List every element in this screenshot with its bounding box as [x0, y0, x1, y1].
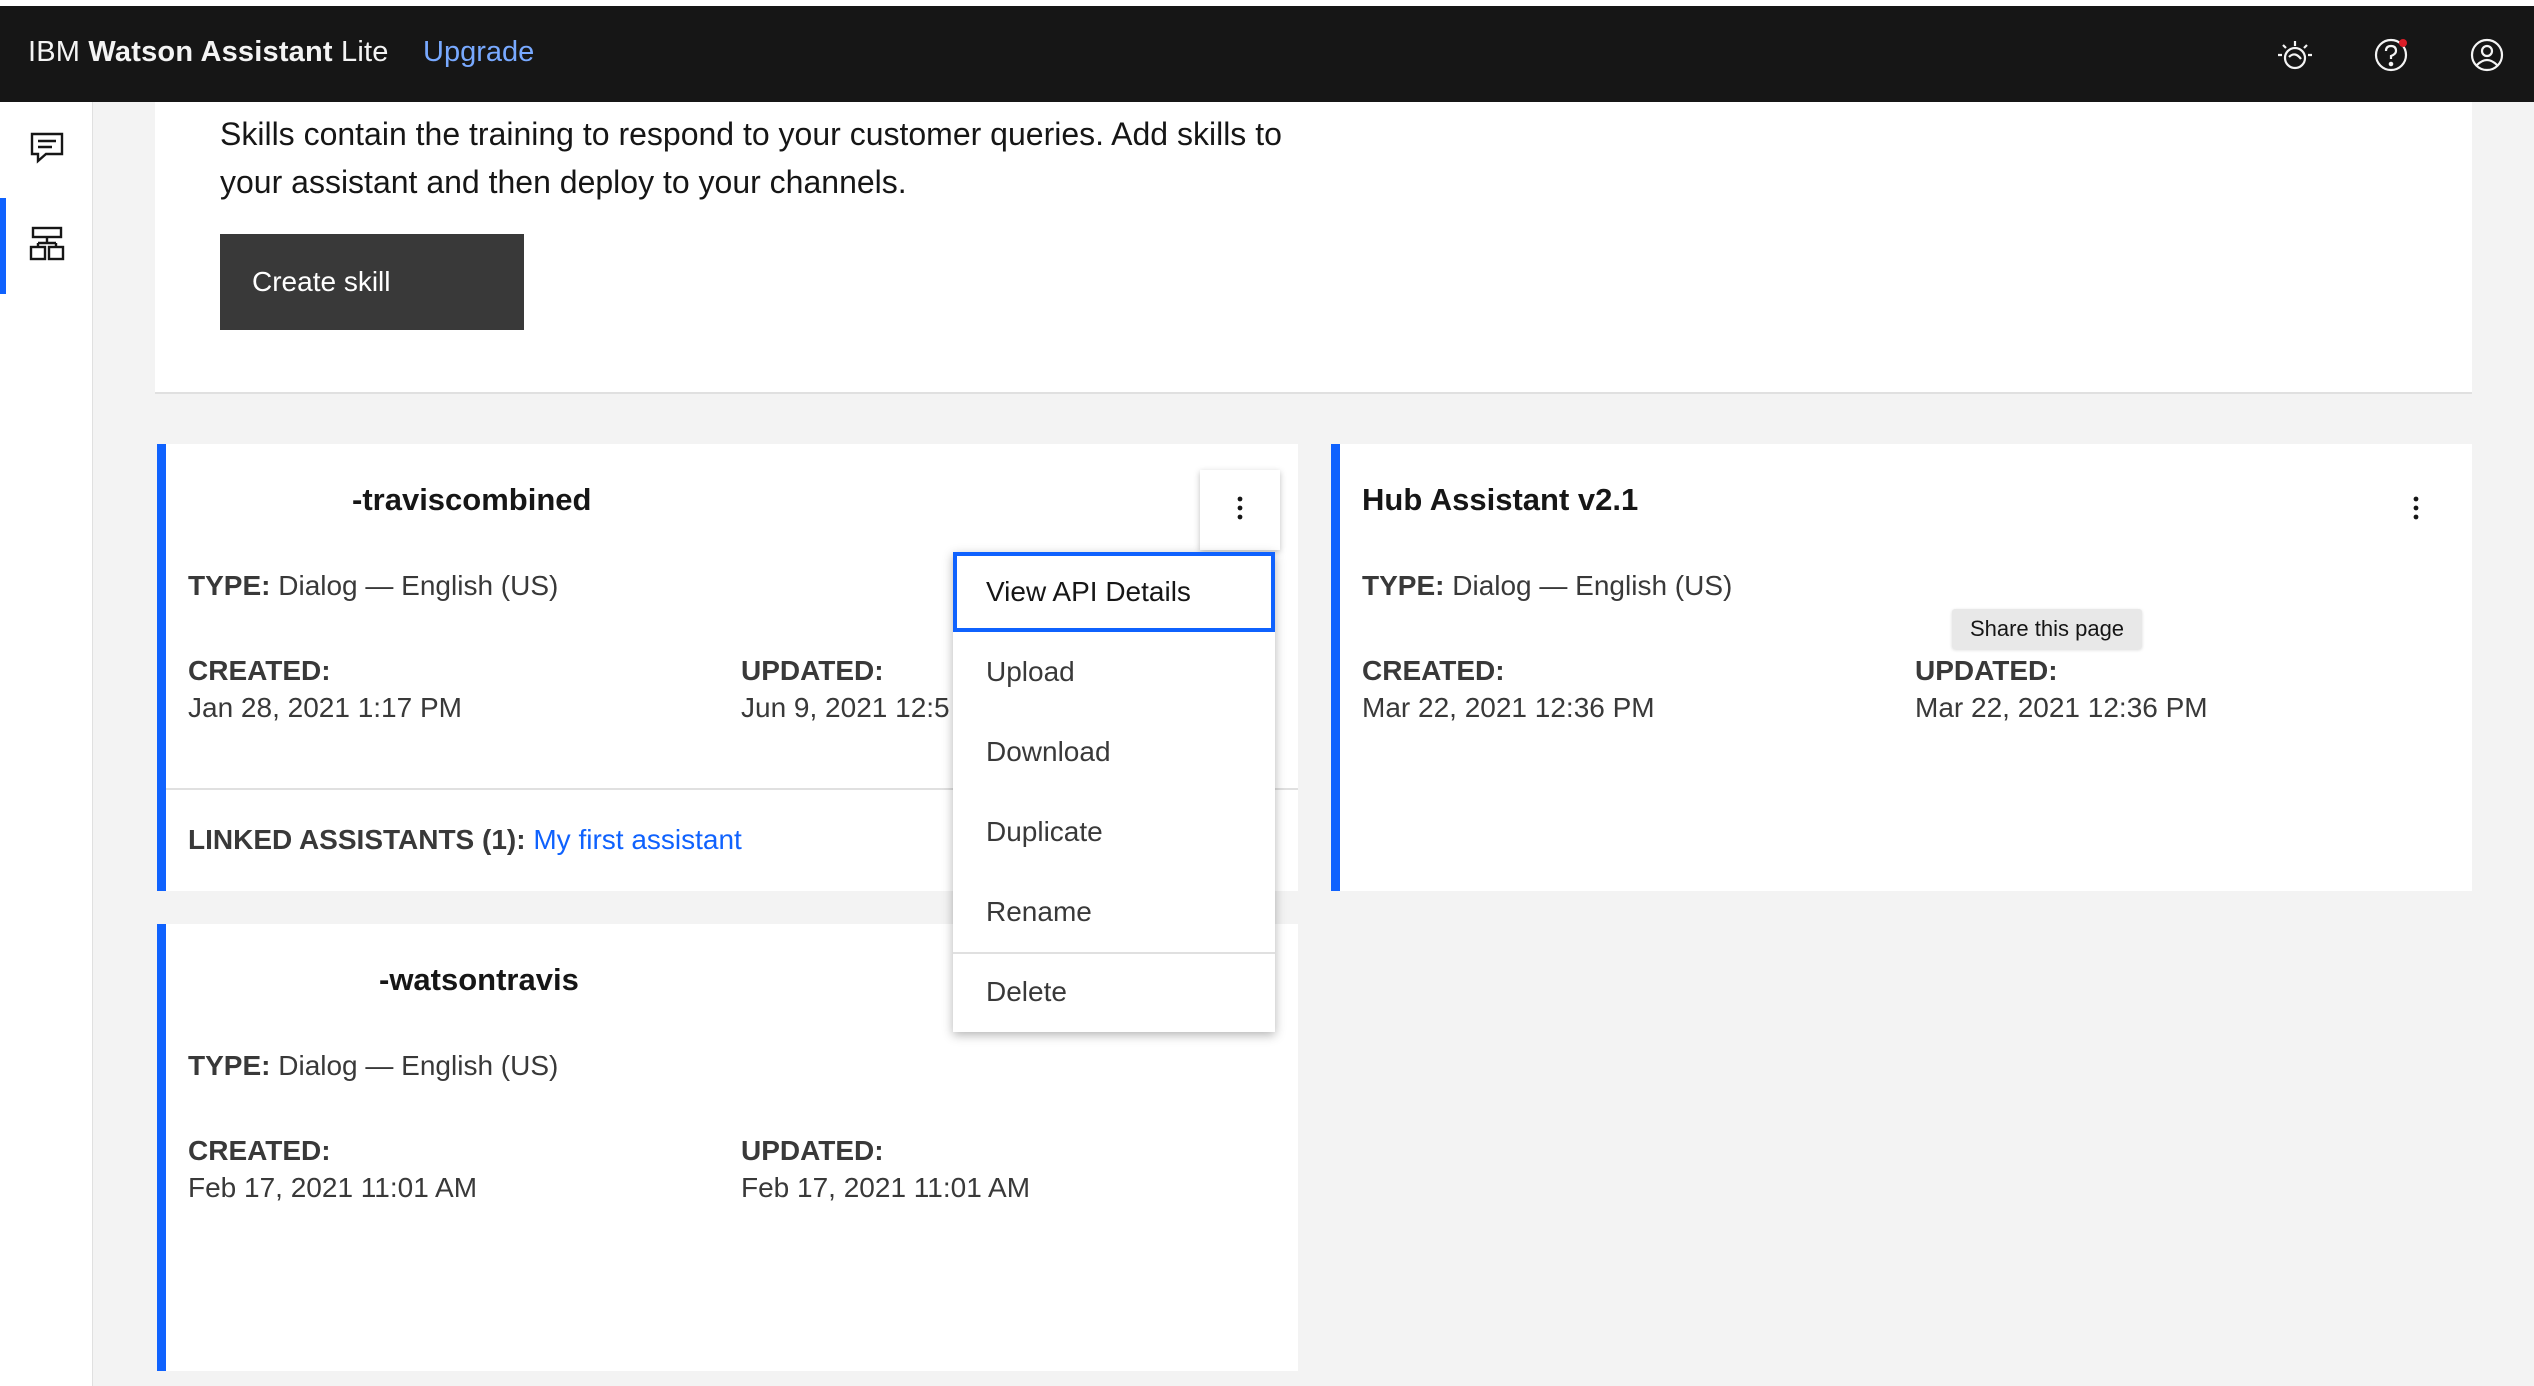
menu-item-rename[interactable]: Rename — [953, 872, 1275, 952]
assistants-chat-icon — [28, 129, 66, 172]
header-bar: IBM Watson Assistant Lite Upgrade — [0, 6, 2534, 102]
type-label: TYPE: — [188, 570, 271, 601]
linked-assistants: LINKED ASSISTANTS (1): My first assistan… — [188, 824, 742, 856]
linked-assistant-link[interactable]: My first assistant — [533, 824, 741, 855]
brand-product: Watson Assistant — [88, 36, 333, 68]
sidebar-item-skills[interactable] — [0, 198, 93, 294]
type-label: TYPE: — [1362, 570, 1445, 601]
created-label: CREATED: — [188, 655, 331, 686]
linked-label: LINKED ASSISTANTS (1): — [188, 824, 526, 855]
help-icon[interactable] — [2368, 32, 2414, 78]
overflow-menu-icon — [2412, 495, 2420, 526]
skill-card[interactable]: Hub Assistant v2.1 TYPE: Dialog — Englis… — [1331, 444, 2472, 891]
menu-item-view-api-details[interactable]: View API Details — [953, 552, 1275, 632]
created-value: Jan 28, 2021 1:17 PM — [188, 692, 462, 723]
menu-item-upload[interactable]: Upload — [953, 632, 1275, 712]
skill-title: Hub Assistant v2.1 — [1362, 482, 1639, 517]
skills-icon — [28, 225, 66, 268]
menu-item-delete[interactable]: Delete — [953, 952, 1275, 1032]
create-skill-button[interactable]: Create skill — [220, 234, 524, 330]
menu-item-duplicate[interactable]: Duplicate — [953, 792, 1275, 872]
brand-prefix: IBM — [28, 36, 89, 68]
watson-bulb-icon[interactable] — [2272, 32, 2318, 78]
skill-overflow-menu: View API Details Upload Download Duplica… — [953, 552, 1275, 1032]
side-nav — [0, 102, 93, 1386]
type-value: Dialog — English (US) — [1444, 570, 1733, 601]
updated-value: Jun 9, 2021 12:5 — [741, 692, 950, 723]
product-name[interactable]: IBM Watson Assistant Lite — [28, 36, 389, 69]
upgrade-link[interactable]: Upgrade — [423, 36, 534, 69]
skill-type: TYPE: Dialog — English (US) — [188, 1050, 558, 1082]
type-label: TYPE: — [188, 1050, 271, 1081]
skill-type: TYPE: Dialog — English (US) — [188, 570, 558, 602]
share-page-tooltip: Share this page — [1952, 609, 2142, 649]
skill-overflow-button[interactable] — [1200, 470, 1280, 550]
skills-intro-panel: Skills contain the training to respond t… — [155, 102, 2472, 394]
updated-label: UPDATED: — [741, 655, 884, 686]
type-value: Dialog — English (US) — [270, 1050, 559, 1081]
overflow-menu-icon — [1236, 495, 1244, 526]
sidebar-item-assistants[interactable] — [0, 102, 93, 198]
updated-label: UPDATED: — [1915, 655, 2058, 686]
created-value: Mar 22, 2021 12:36 PM — [1362, 692, 1655, 723]
menu-item-download[interactable]: Download — [953, 712, 1275, 792]
skill-title: -traviscombined — [352, 482, 592, 517]
updated-value: Feb 17, 2021 11:01 AM — [741, 1172, 1031, 1203]
created-label: CREATED: — [188, 1135, 331, 1166]
type-value: Dialog — English (US) — [270, 570, 559, 601]
skills-description: Skills contain the training to respond t… — [220, 116, 1282, 200]
created-label: CREATED: — [1362, 655, 1505, 686]
skill-title: -watsontravis — [379, 962, 579, 997]
user-profile-icon[interactable] — [2464, 32, 2510, 78]
skill-overflow-button[interactable] — [2392, 486, 2440, 534]
skill-type: TYPE: Dialog — English (US) — [1362, 570, 1732, 602]
updated-value: Mar 22, 2021 12:36 PM — [1915, 692, 2208, 723]
brand-plan: Lite — [332, 36, 389, 68]
updated-label: UPDATED: — [741, 1135, 884, 1166]
created-value: Feb 17, 2021 11:01 AM — [188, 1172, 478, 1203]
